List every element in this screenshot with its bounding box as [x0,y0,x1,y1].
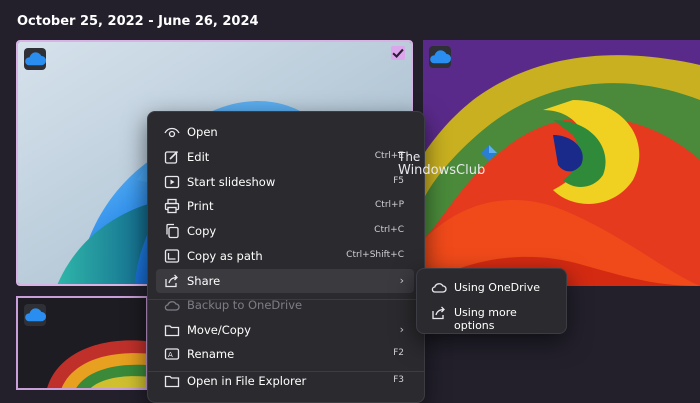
menu-item-label: Move/Copy [187,323,251,337]
menu-item-label: Rename [187,347,235,361]
shortcut-label: F3 [393,375,404,385]
submenu-item-label: Using more options [454,306,517,332]
checkmark-icon [392,48,404,58]
menu-item-label: Share [187,274,221,288]
cloud-icon [25,52,46,66]
menu-item-open[interactable]: Open [156,120,414,144]
menu-item-label: Edit [187,150,210,164]
eye-icon [164,127,180,138]
folder-icon [164,375,180,388]
submenu-item-using-more-options[interactable]: Using more options [423,301,560,332]
copy-icon [166,223,179,239]
watermark: The WindowsClub [398,145,497,178]
share-icon [165,274,178,288]
photo-thumbnail-dark-swirl[interactable] [16,296,148,390]
submenu-item-using-onedrive[interactable]: Using OneDrive [423,276,560,300]
submenu-item-label: Using OneDrive [454,281,541,294]
menu-item-copy[interactable]: Copy Ctrl+C [156,219,414,243]
shortcut-label: Ctrl+Shift+C [346,250,404,260]
menu-item-label: Open [187,125,218,139]
menu-item-label: Start slideshow [187,175,276,189]
cloud-icon [25,308,46,322]
menu-item-share[interactable]: Share › [156,269,414,293]
move-icon [164,325,180,337]
menu-item-copy-as-path[interactable]: Copy as path Ctrl+Shift+C [156,244,414,268]
share-icon [432,306,445,320]
menu-item-label: Copy [187,224,217,238]
slideshow-icon [164,175,180,189]
watermark-line1: The [398,150,421,164]
watermark-line2: WindowsClub [398,163,486,178]
context-menu: Open Edit Ctrl+E Start slideshow F5 Prin… [147,111,425,403]
menu-item-label: Print [187,199,214,213]
copy-path-icon [164,249,180,263]
onedrive-status-badge [24,48,46,70]
selection-checkbox[interactable] [391,46,405,60]
chevron-right-icon: › [399,323,404,336]
onedrive-icon [431,283,447,293]
svg-text:A: A [168,351,173,359]
printer-icon [164,198,180,214]
menu-item-print[interactable]: Print Ctrl+P [156,194,414,218]
share-submenu: Using OneDrive Using more options [416,268,567,334]
date-range-header: October 25, 2022 - June 26, 2024 [17,14,259,29]
menu-item-rename[interactable]: A Rename F2 [156,342,414,366]
edit-icon [164,150,179,164]
shortcut-label: Ctrl+P [375,200,404,210]
menu-item-label: Open in File Explorer [187,374,307,388]
menu-item-label: Backup to OneDrive [187,298,303,312]
menu-item-open-in-file-explorer[interactable]: Open in File Explorer F3 [156,369,414,393]
menu-item-start-slideshow[interactable]: Start slideshow F5 [156,170,414,194]
onedrive-status-badge [429,46,451,68]
onedrive-status-badge [24,304,46,326]
windows-logo-icon [481,145,497,161]
menu-item-edit[interactable]: Edit Ctrl+E [156,145,414,169]
menu-item-move-copy[interactable]: Move/Copy › [156,318,414,342]
shortcut-label: Ctrl+C [374,225,404,235]
rename-icon: A [164,348,180,360]
menu-item-backup-to-onedrive: Backup to OneDrive [156,293,414,317]
cloud-icon [164,301,180,311]
chevron-right-icon: › [399,274,404,287]
cloud-icon [430,50,451,64]
shortcut-label: F2 [393,348,404,358]
menu-item-label: Copy as path [187,249,263,263]
